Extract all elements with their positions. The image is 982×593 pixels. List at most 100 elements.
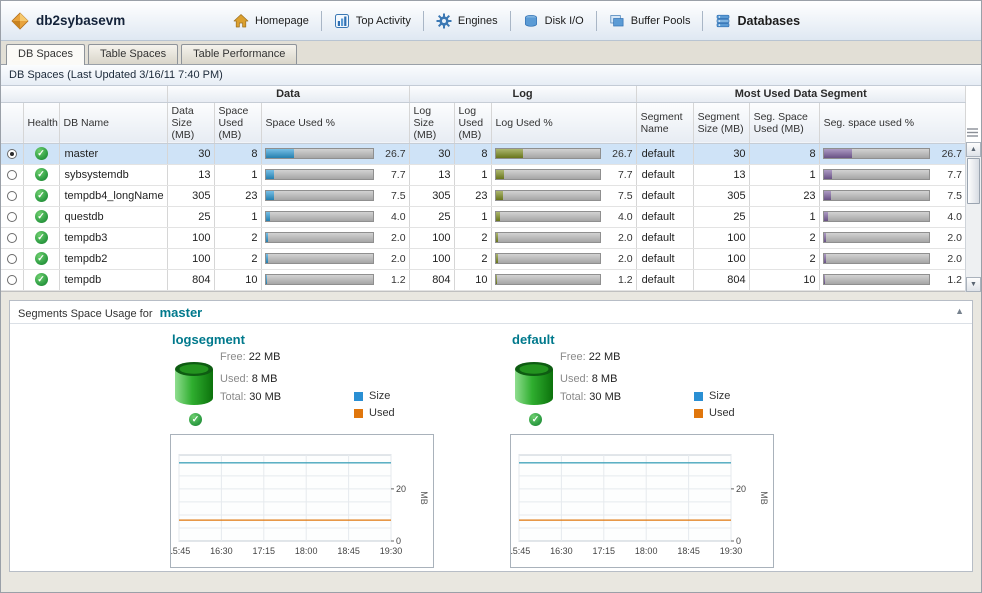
usage-bar-track [823,211,930,222]
segment-name-cell: default [636,248,693,269]
nav-item-buffer-pools[interactable]: Buffer Pools [597,9,703,33]
gauge-ok-icon [529,413,542,426]
log-size-cell: 100 [409,248,454,269]
tab-table-spaces[interactable]: Table Spaces [88,44,178,64]
scroll-thumb[interactable] [967,158,980,204]
db-name-cell: tempdb2 [59,248,167,269]
usage-bar-track [265,253,374,264]
legend-used-swatch [354,409,363,418]
table-row[interactable]: sybsystemdb1317.71317.7default1317.7 [1,164,966,185]
scroll-up-button[interactable] [966,142,981,157]
section-title-text: DB Spaces (Last Updated 3/16/11 7:40 PM) [9,69,223,81]
space-used-cell: 1 [214,164,261,185]
seg-space-used-pct-cell: 7.7 [819,164,965,185]
space-used-pct-cell: 7.7 [261,164,409,185]
tab-table-performance[interactable]: Table Performance [181,44,297,64]
used-space-line: Used:8 MB [560,373,617,385]
nav-item-databases[interactable]: Databases [703,9,812,33]
segment-size-cell: 100 [693,248,749,269]
db-spaces-table-area: Data Log Most Used Data Segment Health D… [1,86,981,292]
vertical-scrollbar[interactable] [965,142,981,292]
space-used-cell: 23 [214,185,261,206]
segment-usage-chart: 020MB15:4516:3017:1518:0018:4519:30 [170,434,434,568]
segment-size-cell: 13 [693,164,749,185]
segment-size-cell: 30 [693,143,749,164]
nav-item-engines[interactable]: Engines [424,9,510,33]
usage-bar-track [265,211,374,222]
segments-panel-header: Segments Space Usage for master [10,301,972,324]
data-size-cell: 25 [167,206,214,227]
legend-used-swatch [694,409,703,418]
legend-item-size: Size [694,390,735,402]
space-used-pct-cell: 2.0 [261,248,409,269]
row-select-radio[interactable] [7,170,17,180]
row-select-radio[interactable] [7,149,17,159]
row-select-radio[interactable] [7,254,17,264]
segments-panel-body: logsegment Free:22 MB Used:8 MB Total:30… [10,324,972,568]
nav-item-disk-i-o[interactable]: Disk I/O [511,9,596,33]
usage-bar-value: 2.0 [934,253,962,265]
usage-bar-fill [824,275,825,284]
col-header-log-used-pct: Log Used % [491,102,636,143]
table-row[interactable]: tempdb804101.2804101.2default804101.2 [1,269,966,290]
table-row[interactable]: tempdb210022.010022.0default10022.0 [1,248,966,269]
health-ok-icon [35,273,48,286]
db-name-cell: tempdb4_longName [59,185,167,206]
table-row[interactable]: tempdb4_longName305237.5305237.5default3… [1,185,966,206]
segment-name-cell: default [636,206,693,227]
total-space-line: Total:30 MB [220,391,281,403]
svg-text:18:00: 18:00 [635,546,658,556]
seg-space-used-pct-cell: 2.0 [819,227,965,248]
usage-bar-fill [266,254,268,263]
space-used-cell: 2 [214,227,261,248]
health-ok-icon [35,147,48,160]
row-select-radio[interactable] [7,275,17,285]
table-options-icon[interactable] [966,126,979,139]
usage-bar-fill [266,233,268,242]
log-used-cell: 1 [454,164,491,185]
row-select-radio[interactable] [7,233,17,243]
usage-bar-track [823,274,930,285]
row-select-radio[interactable] [7,191,17,201]
usage-bar-value: 2.0 [378,232,406,244]
usage-bar-fill [824,170,832,179]
table-row[interactable]: questdb2514.02514.0default2514.0 [1,206,966,227]
usage-bar-track [265,148,374,159]
seg-space-used-cell: 1 [749,206,819,227]
chart-legend: Size Used [354,390,395,424]
table-row[interactable]: master30826.730826.7default30826.7 [1,143,966,164]
top-bar: db2sybasevm HomepageTop ActivityEnginesD… [1,1,981,41]
svg-text:19:30: 19:30 [720,546,743,556]
nav-item-homepage[interactable]: Homepage [221,9,321,33]
svg-text:17:15: 17:15 [253,546,276,556]
usage-bar-value: 7.5 [934,190,962,202]
free-space-line: Free:22 MB [560,351,620,363]
selected-db-name: master [160,305,203,320]
db-name-cell: tempdb3 [59,227,167,248]
table-row[interactable]: tempdb310022.010022.0default10022.0 [1,227,966,248]
svg-text:MB: MB [419,491,429,505]
top-nav: HomepageTop ActivityEnginesDisk I/OBuffe… [221,9,812,33]
legend-item-size: Size [354,390,395,402]
col-header-seg-space-used-pct: Seg. space used % [819,102,965,143]
segment-size-cell: 305 [693,185,749,206]
scroll-down-button[interactable] [966,277,981,292]
db-name-cell: master [59,143,167,164]
col-header-health: Health [23,102,59,143]
log-used-cell: 2 [454,248,491,269]
space-gauge-cylinder-icon [172,357,216,407]
usage-bar-track [823,253,930,264]
svg-text:20: 20 [736,484,746,494]
log-used-pct-cell: 7.7 [491,164,636,185]
svg-text:20: 20 [396,484,406,494]
data-size-cell: 305 [167,185,214,206]
collapse-panel-icon[interactable] [955,306,964,316]
col-header-radio [1,102,23,143]
row-select-radio[interactable] [7,212,17,222]
health-ok-icon [35,210,48,223]
space-used-cell: 8 [214,143,261,164]
usage-bar-fill [824,233,826,242]
tab-db-spaces[interactable]: DB Spaces [6,44,85,65]
nav-item-top-activity[interactable]: Top Activity [322,9,423,33]
seg-space-used-pct-cell: 7.5 [819,185,965,206]
